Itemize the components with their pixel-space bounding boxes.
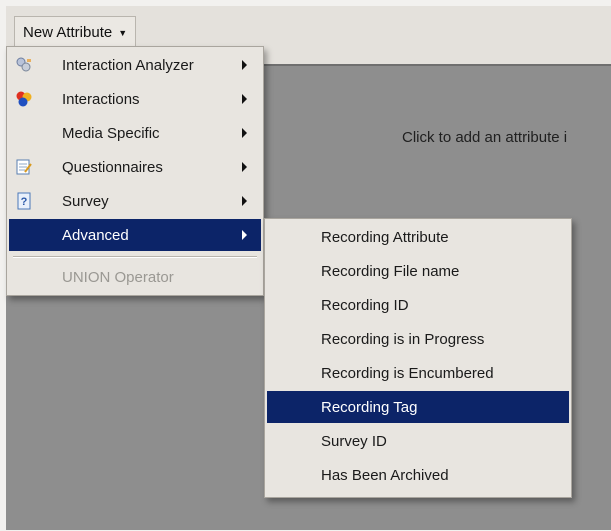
canvas-hint: Click to add an attribute i <box>402 129 568 146</box>
submenu-item-recording-encumbered[interactable]: Recording is Encumbered <box>267 357 569 389</box>
menu-item-advanced[interactable]: Advanced <box>9 219 261 251</box>
menu-item-questionnaires[interactable]: Questionnaires <box>9 151 261 183</box>
submenu-item-label: Recording File name <box>321 263 460 280</box>
submenu-arrow-icon <box>242 196 247 206</box>
submenu-item-recording-id[interactable]: Recording ID <box>267 289 569 321</box>
submenu-arrow-icon <box>242 128 247 138</box>
interaction-analyzer-icon <box>15 56 33 74</box>
new-attribute-button[interactable]: New Attribute ▼ <box>14 16 137 48</box>
interactions-icon <box>15 90 33 108</box>
advanced-submenu: Recording Attribute Recording File name … <box>264 218 572 498</box>
submenu-item-has-been-archived[interactable]: Has Been Archived <box>267 459 569 491</box>
menu-separator <box>13 256 257 258</box>
menu-item-interactions[interactable]: Interactions <box>9 83 261 115</box>
submenu-arrow-icon <box>242 94 247 104</box>
submenu-item-recording-file-name[interactable]: Recording File name <box>267 255 569 287</box>
menu-item-union-operator: UNION Operator <box>9 261 261 293</box>
menu-item-media-specific[interactable]: Media Specific <box>9 117 261 149</box>
menu-item-label: Survey <box>62 193 109 210</box>
submenu-item-recording-tag[interactable]: Recording Tag <box>267 391 569 423</box>
menu-item-label: Media Specific <box>62 125 160 142</box>
submenu-arrow-icon <box>242 60 247 70</box>
submenu-item-recording-in-progress[interactable]: Recording is in Progress <box>267 323 569 355</box>
dropdown-arrow-icon: ▼ <box>118 27 128 38</box>
submenu-item-label: Survey ID <box>321 433 387 450</box>
submenu-item-label: Has Been Archived <box>321 467 449 484</box>
submenu-item-label: Recording Tag <box>321 399 418 416</box>
submenu-item-label: Recording Attribute <box>321 229 449 246</box>
menu-item-label: Interaction Analyzer <box>62 57 194 74</box>
menu-item-label: Advanced <box>62 227 129 244</box>
submenu-arrow-icon <box>242 230 247 240</box>
submenu-item-survey-id[interactable]: Survey ID <box>267 425 569 457</box>
svg-text:?: ? <box>21 196 28 208</box>
new-attribute-label: New Attribute <box>23 23 113 41</box>
menu-item-survey[interactable]: ? Survey <box>9 185 261 217</box>
menu-item-label: UNION Operator <box>62 269 174 286</box>
menu-item-label: Interactions <box>62 91 140 108</box>
submenu-item-recording-attribute[interactable]: Recording Attribute <box>267 221 569 253</box>
new-attribute-menu: Interaction Analyzer Interactions Media … <box>6 46 264 296</box>
submenu-item-label: Recording is Encumbered <box>321 365 494 382</box>
menu-item-label: Questionnaires <box>62 159 163 176</box>
submenu-item-label: Recording ID <box>321 297 409 314</box>
survey-icon: ? <box>15 192 33 210</box>
submenu-arrow-icon <box>242 162 247 172</box>
questionnaires-icon <box>15 158 33 176</box>
submenu-item-label: Recording is in Progress <box>321 331 485 348</box>
menu-item-interaction-analyzer[interactable]: Interaction Analyzer <box>9 49 261 81</box>
